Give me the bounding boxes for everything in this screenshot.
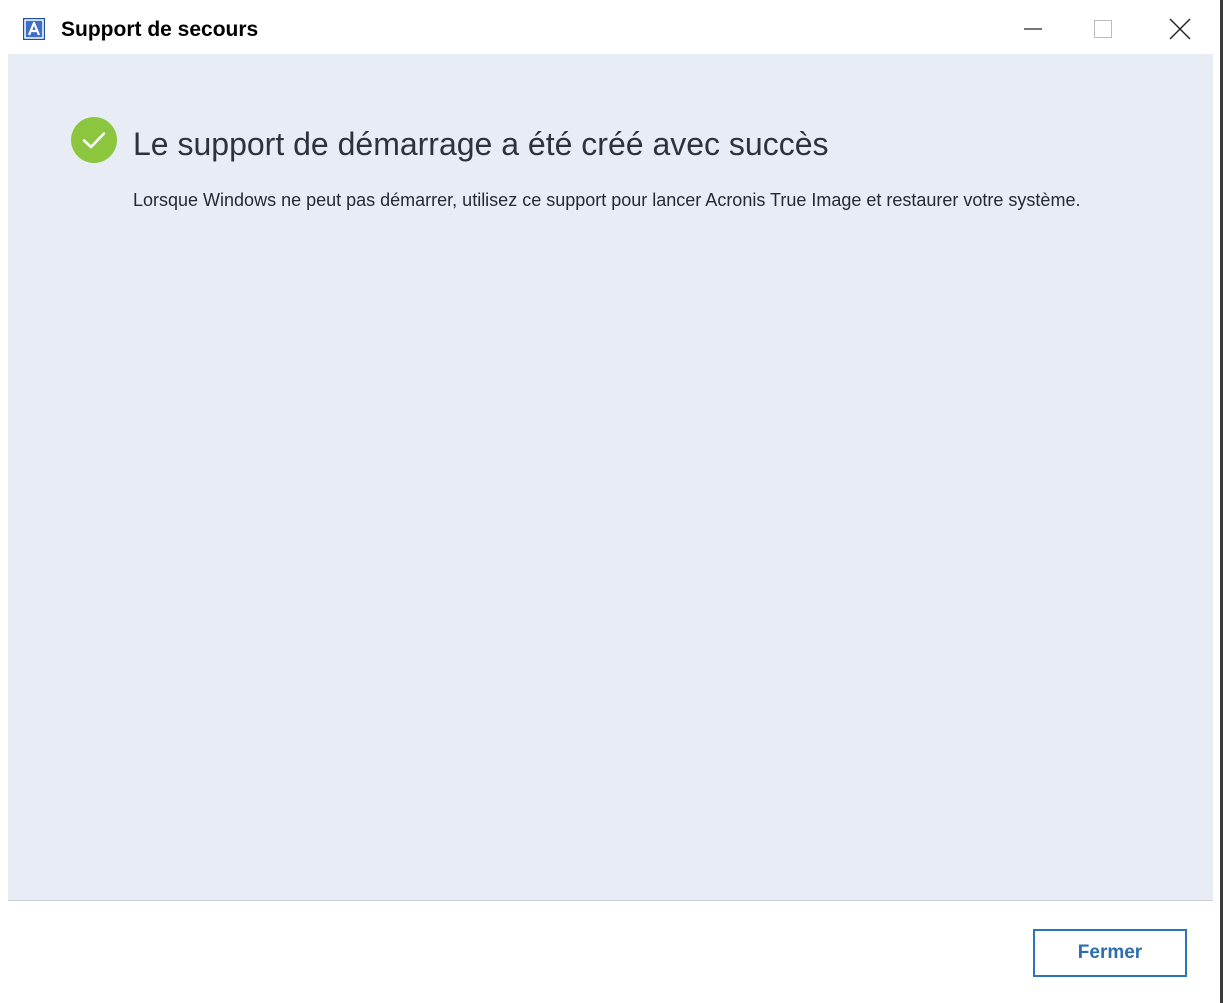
title-bar[interactable]: Support de secours: [0, 0, 1213, 54]
content-panel: Le support de démarrage a été créé avec …: [8, 54, 1213, 900]
close-icon: [1169, 18, 1191, 40]
window-title: Support de secours: [61, 18, 259, 41]
success-description: Lorsque Windows ne peut pas démarrer, ut…: [133, 190, 1081, 210]
success-heading: Le support de démarrage a été créé avec …: [133, 126, 829, 162]
success-check-icon: [71, 117, 117, 163]
minimize-button[interactable]: [1013, 10, 1053, 48]
minimize-icon: [1024, 28, 1042, 30]
maximize-button[interactable]: [1083, 10, 1123, 48]
dialog-window: Support de secours Le support de démarra…: [0, 0, 1223, 1003]
close-dialog-button[interactable]: Fermer: [1033, 929, 1187, 977]
close-window-button[interactable]: [1160, 10, 1200, 48]
maximize-icon: [1094, 20, 1112, 38]
dialog-footer: Fermer: [8, 901, 1213, 1003]
acronis-app-icon: [23, 18, 45, 40]
